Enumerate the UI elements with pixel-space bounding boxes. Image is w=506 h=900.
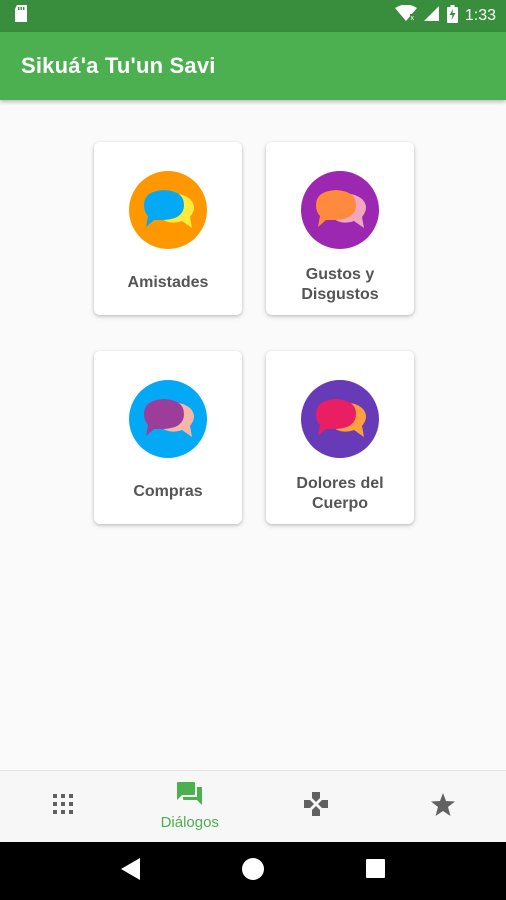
chat-bubbles-icon — [129, 171, 207, 249]
status-right: x 1:33 — [394, 4, 496, 28]
svg-text:x: x — [410, 15, 414, 22]
chat-bubbles-icon — [301, 380, 379, 458]
bottom-navigation: Diálogos — [0, 770, 506, 842]
status-left — [14, 5, 28, 27]
home-button[interactable] — [233, 851, 273, 891]
recents-icon — [365, 859, 385, 883]
nav-label-dialogos: Diálogos — [160, 814, 219, 831]
back-icon — [121, 857, 141, 885]
status-bar: x 1:33 — [0, 0, 506, 32]
category-label: Compras — [133, 483, 203, 500]
gamepad-icon — [304, 792, 329, 821]
app-bar: Sikuá'a Tu'un Savi — [0, 32, 506, 100]
nav-item-favorites[interactable] — [380, 771, 506, 842]
status-time: 1:33 — [464, 7, 496, 24]
chat-bubbles-icon — [129, 380, 207, 458]
system-navigation-bar — [0, 842, 506, 900]
category-label: Dolores del Cuerpo — [296, 475, 384, 512]
home-icon — [242, 857, 264, 885]
category-grid: Amistades Gustos y Disgustos Compras Dol… — [0, 100, 506, 770]
forum-icon — [176, 782, 203, 811]
nav-item-dialogos[interactable]: Diálogos — [127, 771, 254, 842]
category-card-compras[interactable]: Compras — [94, 351, 242, 524]
battery-charging-icon — [446, 4, 458, 28]
category-card-gustos-y-disgustos[interactable]: Gustos y Disgustos — [266, 142, 414, 315]
nav-item-games[interactable] — [253, 771, 380, 842]
category-card-dolores-del-cuerpo[interactable]: Dolores del Cuerpo — [266, 351, 414, 524]
category-label: Amistades — [127, 274, 209, 291]
chat-bubbles-icon — [301, 171, 379, 249]
category-card-amistades[interactable]: Amistades — [94, 142, 242, 315]
screen: x 1:33 Sikuá'a Tu'un Savi Amistades Gust… — [0, 0, 506, 900]
nav-item-apps[interactable] — [0, 771, 127, 842]
app-title: Sikuá'a Tu'un Savi — [21, 53, 216, 78]
star-icon — [430, 792, 455, 821]
back-button[interactable] — [111, 851, 151, 891]
grid-apps-icon — [53, 794, 74, 819]
signal-icon — [423, 5, 440, 27]
recents-button[interactable] — [355, 851, 395, 891]
category-label: Gustos y Disgustos — [301, 266, 379, 303]
wifi-icon: x — [394, 4, 417, 27]
sd-card-icon — [14, 5, 28, 27]
